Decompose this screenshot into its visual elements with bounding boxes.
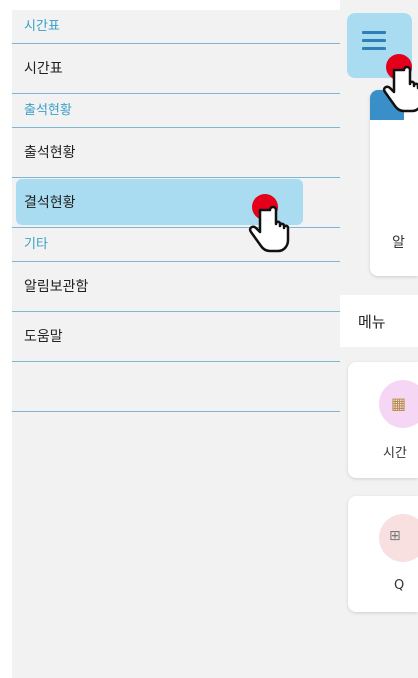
hand-pointer-icon <box>382 65 418 113</box>
menu-card-qr[interactable]: ⊞ Q <box>348 496 418 612</box>
menu-card-timetable-label: 시간 <box>383 446 407 461</box>
timetable-icon: ▦ <box>379 380 418 428</box>
drawer-item-notifications[interactable]: 알림보관함 <box>12 262 340 312</box>
menu-section: 메뉴 <box>340 295 418 347</box>
section-header-attendance: 출석현황 <box>12 94 340 128</box>
section-header-timetable: 시간표 <box>12 10 340 44</box>
summary-card-text: 알 <box>392 235 405 251</box>
hand-pointer-icon <box>248 205 290 253</box>
navigation-drawer: 시간표 시간표 출석현황 출석현황 결석현황 기타 알림보관함 도움말 <box>12 10 340 678</box>
tap-indicator-hamburger <box>380 52 418 122</box>
drawer-item-timetable[interactable]: 시간표 <box>12 44 340 94</box>
tap-indicator-absence <box>246 192 306 262</box>
empty-row <box>12 362 340 412</box>
menu-card-qr-label: Q <box>394 578 405 593</box>
menu-card-timetable[interactable]: ▦ 시간 <box>348 362 418 478</box>
menu-section-title: 메뉴 <box>358 313 386 331</box>
drawer-item-absence-label: 결석현황 <box>24 195 76 211</box>
qr-icon: ⊞ <box>379 514 418 562</box>
drawer-item-attendance[interactable]: 출석현황 <box>12 128 340 178</box>
drawer-item-help[interactable]: 도움말 <box>12 312 340 362</box>
